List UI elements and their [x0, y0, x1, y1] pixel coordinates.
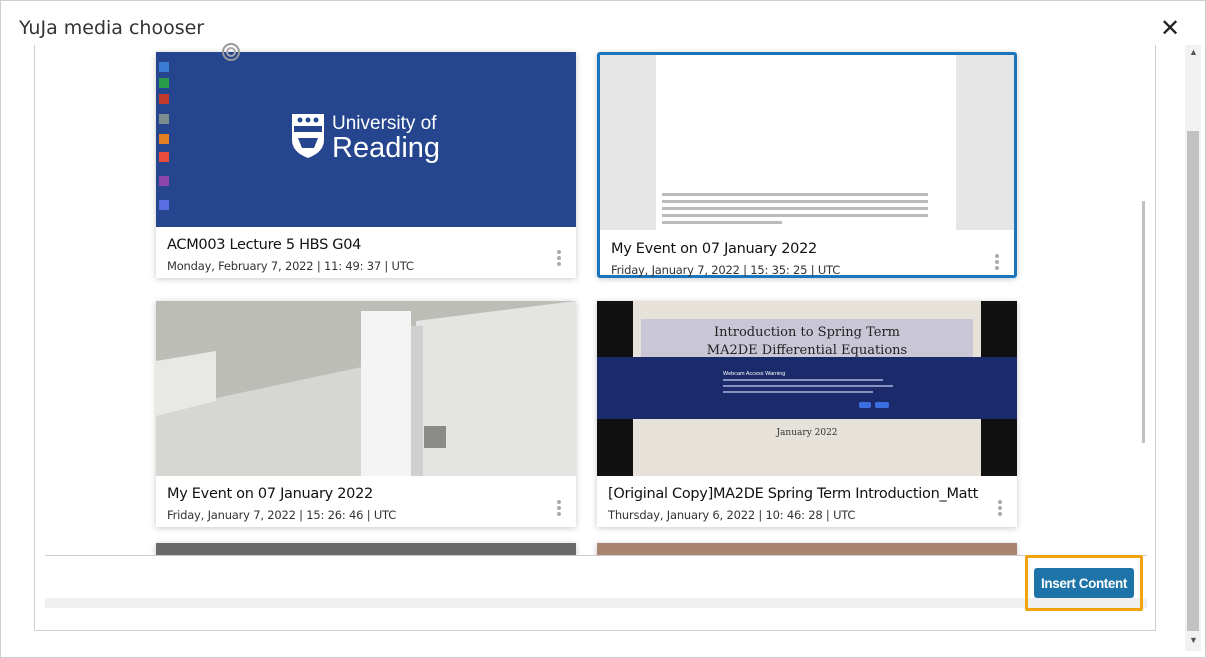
scroll-down-icon[interactable]: ▼: [1189, 635, 1198, 645]
media-title[interactable]: ACM003 Lecture 5 HBS G04: [167, 237, 361, 253]
media-card[interactable]: Introduction to Spring Term MA2DE Differ…: [597, 301, 1017, 527]
more-options-icon[interactable]: [554, 498, 564, 518]
svg-text:Reading: Reading: [332, 132, 440, 164]
footer-strip: [45, 598, 1147, 608]
media-date: Friday, January 7, 2022 | 15: 35: 25 | U…: [611, 263, 841, 277]
media-thumbnail[interactable]: Introduction to Spring Term MA2DE Differ…: [597, 301, 1017, 476]
svg-text:January 2022: January 2022: [775, 428, 837, 438]
svg-text:Introduction to Spring Term: Introduction to Spring Term: [714, 325, 900, 340]
media-date: Friday, January 7, 2022 | 15: 26: 46 | U…: [167, 508, 397, 522]
document-page-preview: [600, 55, 1014, 230]
media-date: Monday, February 7, 2022 | 11: 49: 37 | …: [167, 259, 414, 273]
grid-scrollbar[interactable]: ▼: [1139, 45, 1145, 555]
media-thumbnail[interactable]: [600, 55, 1014, 230]
dialog-footer: [45, 555, 1147, 597]
media-card[interactable]: University of Reading ACM003 Lecture 5 H…: [156, 52, 576, 278]
media-title[interactable]: My Event on 07 January 2022: [611, 241, 817, 257]
insert-content-highlight: Insert Content: [1025, 555, 1143, 611]
insert-content-button[interactable]: Insert Content: [1034, 568, 1134, 598]
media-card-partial[interactable]: [156, 543, 576, 555]
scroll-up-icon[interactable]: ▲: [1189, 47, 1198, 57]
media-grid[interactable]: University of Reading ACM003 Lecture 5 H…: [45, 45, 1145, 555]
webcam-room-preview: [156, 301, 576, 476]
media-date: Thursday, January 6, 2022 | 10: 46: 28 |…: [608, 508, 856, 522]
chooser-frame: University of Reading ACM003 Lecture 5 H…: [34, 43, 1156, 631]
scroll-down-icon[interactable]: ▼: [1143, 539, 1145, 549]
media-title[interactable]: [Original Copy]MA2DE Spring Term Introdu…: [608, 486, 978, 502]
media-chooser-dialog: YuJa media chooser ✕ University of Readi…: [0, 0, 1206, 658]
media-thumbnail[interactable]: [156, 301, 576, 476]
desktop-screenshot: University of Reading: [156, 52, 576, 227]
media-card-selected[interactable]: My Event on 07 January 2022 Friday, Janu…: [597, 52, 1017, 278]
loading-spinner-icon: [222, 43, 240, 61]
media-title[interactable]: My Event on 07 January 2022: [167, 486, 373, 502]
more-options-icon[interactable]: [554, 248, 564, 268]
page-scrollbar[interactable]: ▲ ▼: [1185, 45, 1201, 651]
media-card-partial[interactable]: [597, 543, 1017, 555]
more-options-icon[interactable]: [992, 252, 1002, 272]
svg-text:University of: University of: [332, 113, 437, 134]
media-card[interactable]: My Event on 07 January 2022 Friday, Janu…: [156, 301, 576, 527]
svg-text:Webcam Access Warning: Webcam Access Warning: [723, 371, 785, 377]
more-options-icon[interactable]: [995, 498, 1005, 518]
lecture-slide-preview: Introduction to Spring Term MA2DE Differ…: [597, 301, 1017, 476]
media-thumbnail[interactable]: University of Reading: [156, 52, 576, 227]
dialog-title: YuJa media chooser: [19, 17, 205, 39]
svg-text:MA2DE Differential Equations: MA2DE Differential Equations: [707, 343, 907, 358]
close-button[interactable]: ✕: [1159, 15, 1181, 41]
page-scrollbar-thumb[interactable]: [1187, 131, 1199, 631]
grid-scrollbar-thumb[interactable]: [1142, 201, 1145, 443]
